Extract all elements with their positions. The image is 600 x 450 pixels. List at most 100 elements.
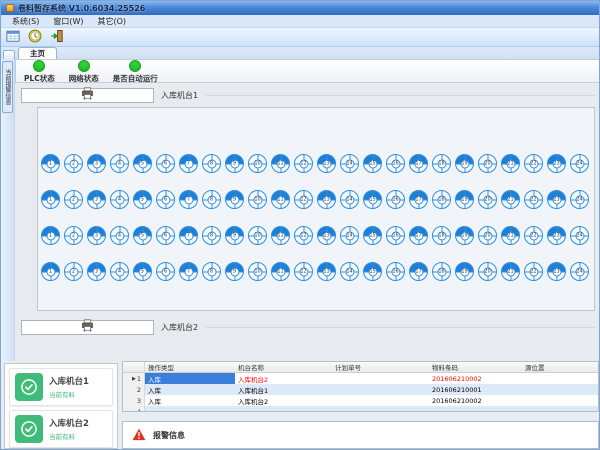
collapsed-panel-tab-stub[interactable] [3, 50, 15, 59]
slot-number: 16 [391, 231, 400, 240]
slot-number: 14 [345, 195, 354, 204]
table-row-1[interactable]: ▶1入库入库机台2201606210002 [123, 373, 598, 384]
table-row-4[interactable]: 4 [123, 406, 598, 412]
machine-card-1: 入库机台1当前有料 [9, 368, 113, 406]
slot-number: 13 [322, 267, 331, 276]
coil-slot-3-1: 1 [41, 226, 60, 245]
slot-number: 18 [437, 195, 446, 204]
slot-number: 22 [529, 231, 538, 240]
cell-machine-name: 入库机台2 [235, 395, 332, 406]
coil-slot-2-21: 21 [501, 190, 520, 209]
coil-slot-4-1: 1 [41, 262, 60, 281]
main-area: 入库机台1 1234567891011121314151617181920212… [15, 83, 600, 361]
slot-number: 21 [506, 159, 515, 168]
slot-number: 24 [575, 267, 584, 276]
slot-number: 24 [575, 159, 584, 168]
coil-slot-3-4: 4 [110, 226, 129, 245]
cell-operation-type[interactable] [145, 406, 235, 412]
machine-card-status: 当前有料 [49, 431, 89, 441]
row-header: 4 [123, 406, 145, 412]
coil-slot-4-24: 24 [570, 262, 589, 281]
slot-number: 7 [184, 267, 193, 276]
side-tab-label: 当前报警信息 [3, 69, 12, 105]
coil-slot-2-4: 4 [110, 190, 129, 209]
slot-number: 8 [207, 159, 216, 168]
check-icon [15, 415, 43, 443]
coil-slot-2-2: 2 [64, 190, 83, 209]
slot-row-4: 123456789101112131415161718192021222324 [41, 262, 591, 281]
coil-slot-3-15: 15 [363, 226, 382, 245]
coil-slot-4-3: 3 [87, 262, 106, 281]
print-button-machine1[interactable] [21, 88, 154, 103]
coil-slot-1-9: 9 [225, 154, 244, 173]
slot-number: 18 [437, 231, 446, 240]
table-row-3[interactable]: 3入库入库机台2201606210002 [123, 395, 598, 406]
column-header-4: 物料条码 [429, 362, 522, 372]
calendar-button[interactable] [4, 29, 22, 46]
slot-number: 9 [230, 267, 239, 276]
status-indicator-label: PLC状态 [24, 73, 55, 84]
coil-slot-3-7: 7 [179, 226, 198, 245]
menu-item-1[interactable]: 系统(S) [5, 16, 46, 27]
side-tab-alarm-info[interactable]: 当前报警信息 [2, 61, 13, 113]
cell-operation-type[interactable]: 入库 [145, 395, 235, 406]
print-button-machine2[interactable] [21, 320, 154, 335]
slot-number: 19 [460, 231, 469, 240]
table-row-2[interactable]: 2入库入库机台1201606210001 [123, 384, 598, 395]
slot-number: 5 [138, 231, 147, 240]
clock-icon [28, 29, 42, 46]
row-number: 2 [137, 386, 141, 394]
slot-number: 18 [437, 267, 446, 276]
slot-number: 6 [161, 195, 170, 204]
coil-slot-3-22: 22 [524, 226, 543, 245]
menu-item-3[interactable]: 其它(O) [90, 16, 133, 27]
machine-card-status: 当前有料 [49, 389, 89, 399]
coil-slot-1-15: 15 [363, 154, 382, 173]
coil-slot-3-17: 17 [409, 226, 428, 245]
coil-slot-2-15: 15 [363, 190, 382, 209]
slot-number: 9 [230, 231, 239, 240]
row-header: ▶1 [123, 373, 145, 384]
slot-number: 21 [506, 267, 515, 276]
exit-button[interactable] [48, 29, 66, 46]
slot-number: 16 [391, 195, 400, 204]
coil-slot-3-14: 14 [340, 226, 359, 245]
slot-number: 1 [46, 159, 55, 168]
coil-slot-3-9: 9 [225, 226, 244, 245]
column-header-2: 机台名称 [235, 362, 332, 372]
slot-number: 1 [46, 267, 55, 276]
slot-number: 2 [69, 159, 78, 168]
slot-number: 22 [529, 159, 538, 168]
coil-slot-4-13: 13 [317, 262, 336, 281]
tab-home[interactable]: 主页 [18, 47, 57, 59]
coil-slot-4-6: 6 [156, 262, 175, 281]
coil-slot-4-11: 11 [271, 262, 290, 281]
cell-operation-type[interactable]: 入库 [145, 384, 235, 395]
slot-number: 21 [506, 195, 515, 204]
slot-number: 13 [322, 231, 331, 240]
cell-machine-name [235, 406, 332, 412]
slot-number: 4 [115, 267, 124, 276]
coil-slot-3-10: 10 [248, 226, 267, 245]
coil-slot-1-16: 16 [386, 154, 405, 173]
app-window: 卷料暂存系统 V1.0.6034.25526 系统(S)窗口(W)其它(O) 主… [0, 0, 600, 450]
coil-slot-4-15: 15 [363, 262, 382, 281]
row-header: 3 [123, 395, 145, 406]
slot-number: 13 [322, 159, 331, 168]
slot-number: 24 [575, 195, 584, 204]
coil-slot-4-10: 10 [248, 262, 267, 281]
coil-slot-1-18: 18 [432, 154, 451, 173]
slot-number: 7 [184, 231, 193, 240]
slot-number: 3 [92, 267, 101, 276]
coil-slot-4-7: 7 [179, 262, 198, 281]
slot-number: 7 [184, 195, 193, 204]
menu-item-2[interactable]: 窗口(W) [46, 16, 90, 27]
coil-slot-2-9: 9 [225, 190, 244, 209]
coil-slot-4-8: 8 [202, 262, 221, 281]
slot-number: 15 [368, 195, 377, 204]
coil-slot-1-14: 14 [340, 154, 359, 173]
cell-plan-number [332, 373, 429, 384]
cell-operation-type[interactable]: 入库 [145, 373, 235, 384]
clock-button[interactable] [26, 29, 44, 46]
cell-source-location [522, 373, 598, 384]
